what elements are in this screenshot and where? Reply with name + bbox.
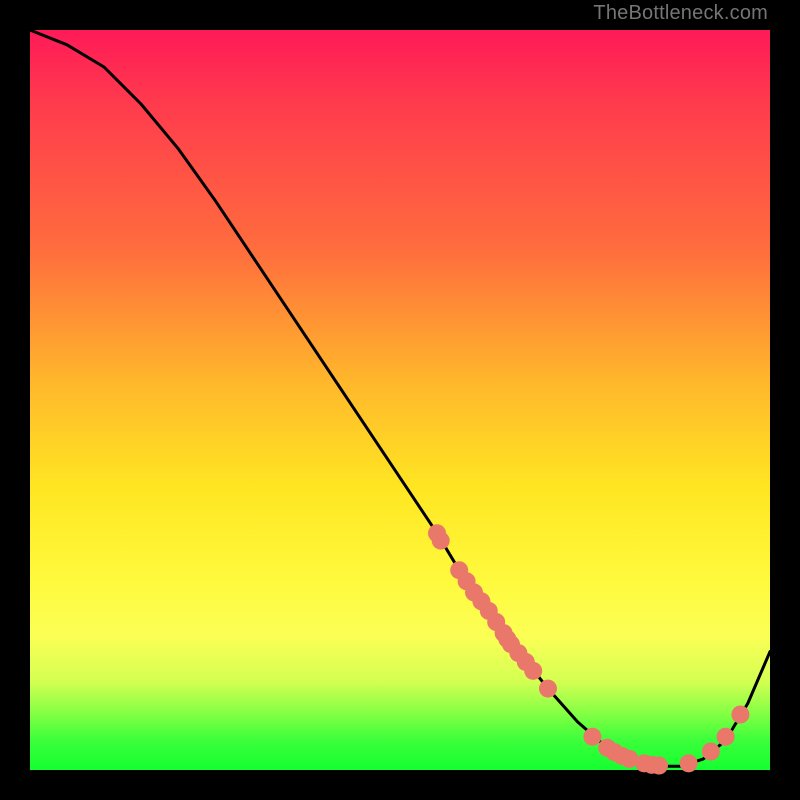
- watermark-label: TheBottleneck.com: [593, 2, 768, 25]
- data-point: [702, 743, 720, 761]
- bottleneck-chart: TheBottleneck.com: [0, 0, 800, 800]
- data-point: [583, 728, 601, 746]
- plot-area: [30, 30, 770, 770]
- data-point-markers: [428, 524, 749, 774]
- bottleneck-curve: [30, 30, 770, 766]
- data-point: [539, 680, 557, 698]
- data-point: [680, 754, 698, 772]
- data-point: [717, 728, 735, 746]
- data-point: [524, 662, 542, 680]
- data-point: [650, 757, 668, 775]
- data-point: [432, 532, 450, 550]
- curve-layer: [30, 30, 770, 770]
- data-point: [731, 706, 749, 724]
